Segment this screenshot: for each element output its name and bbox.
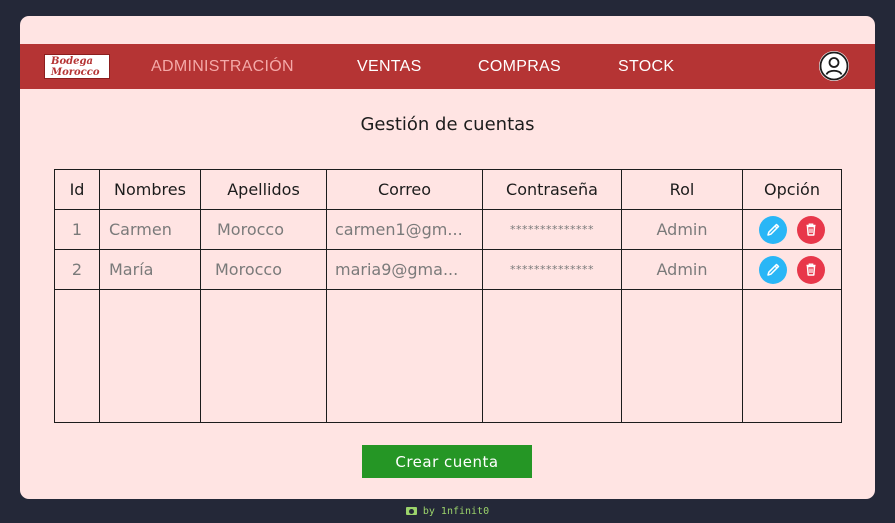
empty-cell [99,289,201,423]
cell-correo: carmen1@gm... [326,209,483,250]
page-title: Gestión de cuentas [360,114,535,135]
edit-button[interactable] [759,255,787,284]
empty-cell [482,289,622,423]
edit-button[interactable] [759,215,787,244]
header-rol: Rol [621,169,743,210]
table-header-row: Id Nombres Apellidos Correo Contraseña R… [54,169,842,210]
camera-icon [405,507,417,515]
cell-opciones [742,209,842,250]
user-circle-icon [819,51,849,81]
cell-id: 2 [54,249,100,290]
trash-icon [806,263,816,276]
cell-nombres: María [99,249,201,290]
cell-apellidos: Morocco [200,249,327,290]
nav-item-compras[interactable]: COMPRAS [478,58,561,76]
cell-opciones [742,249,842,290]
cell-correo: maria9@gma... [326,249,483,290]
create-account-button[interactable]: Crear cuenta [362,445,532,478]
credit-footer: by 1nfinit0 [0,506,895,517]
logo-line-1: Bodega [51,56,93,67]
nav-item-ventas[interactable]: VENTAS [357,58,422,76]
empty-cell [621,289,743,423]
credit-text: by 1nfinit0 [422,506,490,517]
header-id: Id [54,169,100,210]
header-correo: Correo [326,169,483,210]
brand-logo[interactable]: Bodega Morocco [44,54,110,79]
cell-apellidos: Morocco [200,209,327,250]
nav-item-stock[interactable]: STOCK [618,58,674,76]
empty-cell [742,289,842,423]
delete-button[interactable] [797,215,825,244]
table-row: 2 María Morocco maria9@gma... **********… [54,249,842,290]
empty-table-row [54,289,842,423]
empty-cell [54,289,100,423]
user-account-button[interactable] [819,51,849,81]
pencil-icon [767,263,780,276]
nav-item-administracion[interactable]: ADMINISTRACIÓN [151,58,294,76]
cell-rol: Admin [621,209,743,250]
logo-line-2: Morocco [51,67,100,78]
navbar: Bodega Morocco ADMINISTRACIÓN VENTAS COM… [20,44,875,89]
app-window: Bodega Morocco ADMINISTRACIÓN VENTAS COM… [20,16,875,499]
header-nombres: Nombres [99,169,201,210]
empty-cell [200,289,327,423]
delete-button[interactable] [797,255,825,284]
cell-contrasena: ************** [482,209,622,250]
table-row: 1 Carmen Morocco carmen1@gm... *********… [54,209,842,250]
accounts-table: Id Nombres Apellidos Correo Contraseña R… [54,169,842,423]
cell-nombres: Carmen [99,209,201,250]
empty-cell [326,289,483,423]
cell-contrasena: ************** [482,249,622,290]
header-apellidos: Apellidos [200,169,327,210]
header-contrasena: Contraseña [482,169,622,210]
header-opcion: Opción [742,169,842,210]
trash-icon [806,223,816,236]
cell-rol: Admin [621,249,743,290]
pencil-icon [767,223,780,236]
cell-id: 1 [54,209,100,250]
